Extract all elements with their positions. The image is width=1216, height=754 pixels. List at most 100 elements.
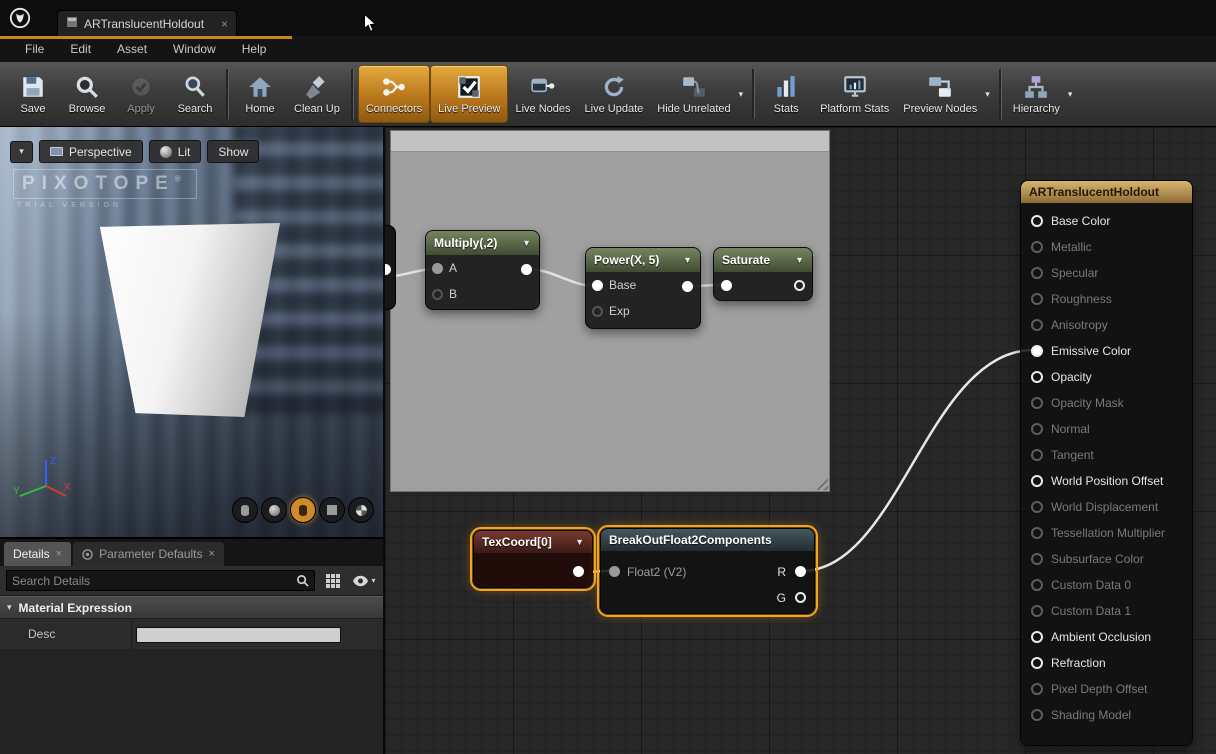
- menu-edit[interactable]: Edit: [57, 38, 104, 60]
- hide-unrelated-toggle[interactable]: Hide Unrelated ▾: [650, 65, 748, 123]
- multiply-input-b-pin[interactable]: [432, 289, 443, 300]
- search-button[interactable]: Search: [168, 65, 222, 123]
- anisotropy-pin[interactable]: [1031, 319, 1043, 331]
- menu-asset[interactable]: Asset: [104, 38, 160, 60]
- material-pin-row[interactable]: Metallic: [1021, 234, 1192, 260]
- asset-editor-tab[interactable]: ARTranslucentHoldout ×: [57, 10, 237, 36]
- tessellation-multiplier-pin[interactable]: [1031, 527, 1043, 539]
- multiply-input-a-pin[interactable]: [432, 263, 443, 274]
- node-collapse-icon[interactable]: ▼: [575, 537, 584, 547]
- saturate-input-pin[interactable]: [721, 280, 732, 291]
- preview-shape-cylinder-button[interactable]: [232, 497, 258, 523]
- live-preview-toggle[interactable]: Live Preview: [430, 65, 508, 123]
- platform-stats-toggle[interactable]: Platform Stats: [813, 65, 896, 123]
- node-collapse-icon[interactable]: ▼: [522, 238, 531, 248]
- preview-nodes-toggle[interactable]: Preview Nodes ▾: [896, 65, 995, 123]
- material-preview-viewport[interactable]: ▾ Perspective Lit Show PIXOTOPE® TRIAL V…: [0, 127, 383, 537]
- preview-shape-selected-button[interactable]: [290, 497, 316, 523]
- material-pin-row[interactable]: Normal: [1021, 416, 1192, 442]
- material-pin-row[interactable]: Subsurface Color: [1021, 546, 1192, 572]
- viewport-options-dropdown[interactable]: ▾: [10, 141, 33, 163]
- custom-data-1-pin[interactable]: [1031, 605, 1043, 617]
- material-pin-row[interactable]: Custom Data 1: [1021, 598, 1192, 624]
- texcoord-output-pin[interactable]: [573, 566, 584, 577]
- browse-button[interactable]: Browse: [60, 65, 114, 123]
- material-pin-row[interactable]: Ambient Occlusion: [1021, 624, 1192, 650]
- menu-help[interactable]: Help: [229, 38, 280, 60]
- roughness-pin[interactable]: [1031, 293, 1043, 305]
- saturate-output-pin[interactable]: [794, 280, 805, 291]
- power-output-pin[interactable]: [682, 281, 693, 292]
- hide-unrelated-dropdown-icon[interactable]: ▾: [736, 65, 747, 123]
- tab-details-close-icon[interactable]: ×: [56, 548, 62, 560]
- pixel-depth-offset-pin[interactable]: [1031, 683, 1043, 695]
- menu-file[interactable]: File: [12, 38, 57, 60]
- material-pin-row[interactable]: Anisotropy: [1021, 312, 1192, 338]
- tab-details[interactable]: Details ×: [4, 542, 71, 566]
- live-nodes-toggle[interactable]: Live Nodes: [508, 65, 577, 123]
- preview-shape-sphere-button[interactable]: [261, 497, 287, 523]
- hierarchy-dropdown-icon[interactable]: ▾: [1065, 65, 1076, 123]
- node-multiply[interactable]: Multiply(,2) ▼ A B: [425, 230, 540, 310]
- property-matrix-button[interactable]: [320, 570, 346, 592]
- connectors-toggle[interactable]: Connectors: [358, 65, 430, 123]
- view-options-button[interactable]: ▾: [351, 570, 377, 592]
- base-color-pin[interactable]: [1031, 215, 1043, 227]
- hierarchy-button[interactable]: Hierarchy ▾: [1006, 65, 1078, 123]
- material-pin-row[interactable]: World Position Offset: [1021, 468, 1192, 494]
- emissive-color-pin[interactable]: [1031, 345, 1043, 357]
- offscreen-node-edge[interactable]: [385, 225, 396, 310]
- save-button[interactable]: Save: [6, 65, 60, 123]
- details-search-box[interactable]: [6, 570, 315, 591]
- breakout-output-g-pin[interactable]: [795, 592, 806, 603]
- tab-parameter-defaults-close-icon[interactable]: ×: [209, 548, 215, 560]
- refraction-pin[interactable]: [1031, 657, 1043, 669]
- metallic-pin[interactable]: [1031, 241, 1043, 253]
- material-expression-section-header[interactable]: ▾ Material Expression: [0, 596, 383, 619]
- node-material-result[interactable]: ARTranslucentHoldout Base Color Metallic…: [1020, 180, 1193, 746]
- material-pin-row[interactable]: Base Color: [1021, 208, 1192, 234]
- section-collapse-icon[interactable]: ▾: [7, 602, 12, 613]
- material-pin-row[interactable]: Tangent: [1021, 442, 1192, 468]
- comment-resize-handle[interactable]: [815, 477, 828, 490]
- material-pin-row[interactable]: Pixel Depth Offset: [1021, 676, 1192, 702]
- normal-pin[interactable]: [1031, 423, 1043, 435]
- apply-button[interactable]: Apply: [114, 65, 168, 123]
- tangent-pin[interactable]: [1031, 449, 1043, 461]
- material-pin-row[interactable]: Refraction: [1021, 650, 1192, 676]
- offscreen-node-output-pin[interactable]: [385, 264, 391, 275]
- node-saturate[interactable]: Saturate ▼: [713, 247, 813, 301]
- node-power[interactable]: Power(X, 5) ▼ Base Exp: [585, 247, 701, 329]
- material-pin-row[interactable]: Shading Model: [1021, 702, 1192, 728]
- power-input-exp-pin[interactable]: [592, 306, 603, 317]
- tab-close-icon[interactable]: ×: [221, 17, 228, 31]
- material-graph-canvas[interactable]: Multiply(,2) ▼ A B Power(X, 5) ▼ Base Ex…: [385, 127, 1216, 754]
- shading-model-pin[interactable]: [1031, 709, 1043, 721]
- preview-nodes-dropdown-icon[interactable]: ▾: [982, 65, 993, 123]
- clean-up-button[interactable]: Clean Up: [287, 65, 347, 123]
- menu-window[interactable]: Window: [160, 38, 229, 60]
- preview-shape-cube-button[interactable]: [319, 497, 345, 523]
- stats-toggle[interactable]: Stats: [759, 65, 813, 123]
- breakout-input-float2-pin[interactable]: [609, 566, 620, 577]
- world-displacement-pin[interactable]: [1031, 501, 1043, 513]
- material-pin-row[interactable]: Opacity Mask: [1021, 390, 1192, 416]
- show-button[interactable]: Show: [207, 140, 259, 163]
- opacity-mask-pin[interactable]: [1031, 397, 1043, 409]
- home-button[interactable]: Home: [233, 65, 287, 123]
- custom-data-0-pin[interactable]: [1031, 579, 1043, 591]
- material-pin-row[interactable]: Opacity: [1021, 364, 1192, 390]
- search-details-input[interactable]: [12, 574, 292, 588]
- material-pin-row[interactable]: Emissive Color: [1021, 338, 1192, 364]
- ambient-occlusion-pin[interactable]: [1031, 631, 1043, 643]
- material-pin-row[interactable]: Custom Data 0: [1021, 572, 1192, 598]
- perspective-button[interactable]: Perspective: [39, 140, 143, 163]
- material-pin-row[interactable]: World Displacement: [1021, 494, 1192, 520]
- node-breakout-float2[interactable]: BreakOutFloat2Components Float2 (V2) R G: [600, 528, 815, 614]
- material-pin-row[interactable]: Specular: [1021, 260, 1192, 286]
- node-collapse-icon[interactable]: ▼: [795, 255, 804, 265]
- tab-parameter-defaults[interactable]: Parameter Defaults ×: [73, 542, 224, 566]
- world-position-offset-pin[interactable]: [1031, 475, 1043, 487]
- desc-input[interactable]: [136, 627, 341, 643]
- comment-node-header[interactable]: [391, 131, 829, 152]
